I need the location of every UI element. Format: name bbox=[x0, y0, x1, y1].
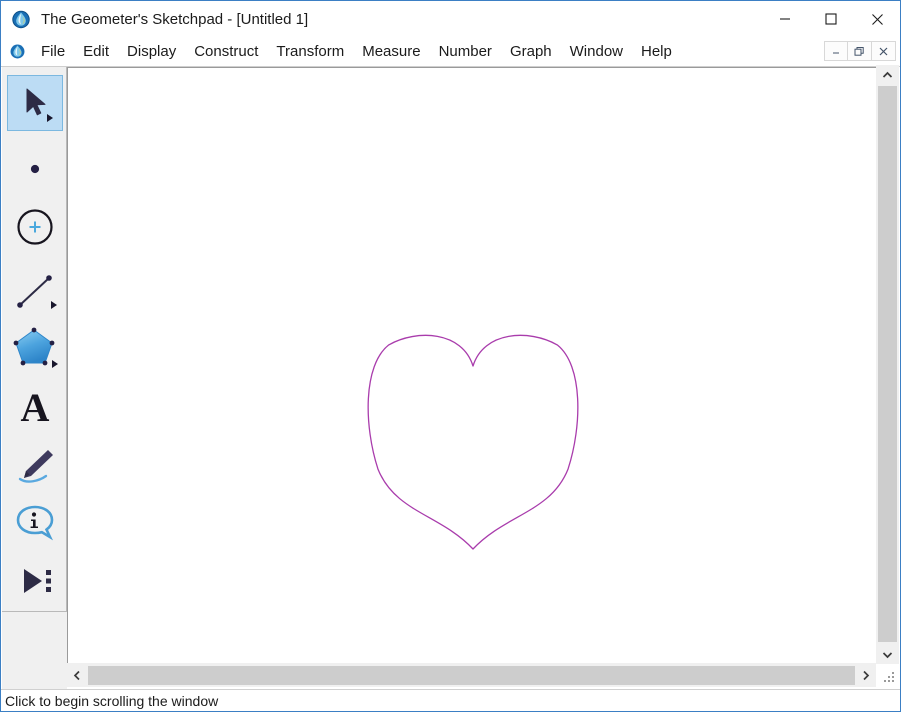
text-tool[interactable]: A bbox=[7, 379, 63, 435]
window-title: The Geometer's Sketchpad - [Untitled 1] bbox=[41, 11, 308, 28]
sketch-drawing-surface[interactable] bbox=[68, 68, 875, 663]
scroll-down-button[interactable] bbox=[876, 645, 899, 664]
arrow-tool[interactable] bbox=[7, 75, 63, 131]
marker-tool[interactable] bbox=[7, 437, 63, 493]
chevron-down-icon bbox=[882, 651, 893, 659]
arrow-cursor-icon bbox=[13, 81, 57, 125]
maximize-button[interactable] bbox=[808, 1, 854, 37]
menu-item-display[interactable]: Display bbox=[118, 41, 185, 62]
menu-bar: File Edit Display Construct Transform Me… bbox=[1, 37, 900, 67]
status-message: Click to begin scrolling the window bbox=[5, 693, 218, 709]
tool-palette: A bbox=[2, 67, 67, 612]
mdi-close-button[interactable] bbox=[872, 41, 896, 61]
play-menu-icon bbox=[11, 557, 59, 605]
resize-grip-icon[interactable] bbox=[880, 668, 898, 686]
application-window: The Geometer's Sketchpad - [Untitled 1] … bbox=[0, 0, 901, 712]
document-logo-icon[interactable] bbox=[9, 43, 26, 60]
vertical-scroll-thumb[interactable] bbox=[878, 86, 897, 642]
custom-tool[interactable] bbox=[7, 553, 63, 609]
mdi-minimize-button[interactable] bbox=[824, 41, 848, 61]
chevron-up-icon bbox=[882, 71, 893, 79]
tool-palette-footer bbox=[2, 612, 67, 690]
vertical-scrollbar[interactable] bbox=[876, 65, 899, 664]
menu-item-measure[interactable]: Measure bbox=[353, 41, 429, 62]
menu-item-help[interactable]: Help bbox=[632, 41, 681, 62]
menu-item-file[interactable]: File bbox=[32, 41, 74, 62]
straightedge-tool[interactable] bbox=[7, 263, 63, 319]
scroll-left-button[interactable] bbox=[67, 664, 87, 686]
menu-item-number[interactable]: Number bbox=[430, 41, 501, 62]
sketch-canvas-area[interactable] bbox=[67, 67, 876, 664]
menu-item-transform[interactable]: Transform bbox=[267, 41, 353, 62]
menu-item-window[interactable]: Window bbox=[561, 41, 632, 62]
chevron-left-icon bbox=[73, 670, 81, 681]
polygon-tool[interactable] bbox=[7, 321, 63, 377]
menu-item-edit[interactable]: Edit bbox=[74, 41, 118, 62]
pentagon-icon bbox=[10, 324, 60, 374]
mdi-window-controls bbox=[824, 41, 896, 61]
circle-icon bbox=[11, 203, 59, 251]
sketchpad-logo-icon bbox=[11, 9, 31, 29]
information-tool[interactable] bbox=[7, 495, 63, 551]
menu-item-graph[interactable]: Graph bbox=[501, 41, 561, 62]
window-controls bbox=[762, 1, 900, 37]
point-icon bbox=[13, 147, 57, 191]
scroll-up-button[interactable] bbox=[876, 65, 899, 84]
title-bar: The Geometer's Sketchpad - [Untitled 1] bbox=[1, 1, 900, 37]
close-button[interactable] bbox=[854, 1, 900, 37]
letter-a-icon: A bbox=[13, 385, 57, 429]
minimize-button[interactable] bbox=[762, 1, 808, 37]
heart-curve[interactable] bbox=[368, 335, 578, 549]
menu-item-construct[interactable]: Construct bbox=[185, 41, 267, 62]
horizontal-scroll-thumb[interactable] bbox=[88, 666, 855, 685]
info-balloon-icon bbox=[11, 499, 59, 547]
compass-tool[interactable] bbox=[7, 199, 63, 255]
status-bar: Click to begin scrolling the window bbox=[1, 689, 900, 711]
scroll-right-button[interactable] bbox=[856, 664, 876, 686]
horizontal-scrollbar[interactable] bbox=[67, 663, 876, 687]
mdi-restore-button[interactable] bbox=[848, 41, 872, 61]
chevron-right-icon bbox=[862, 670, 870, 681]
svg-text:A: A bbox=[21, 385, 50, 429]
pen-icon bbox=[11, 441, 59, 489]
segment-icon bbox=[11, 267, 59, 315]
point-tool[interactable] bbox=[7, 141, 63, 197]
